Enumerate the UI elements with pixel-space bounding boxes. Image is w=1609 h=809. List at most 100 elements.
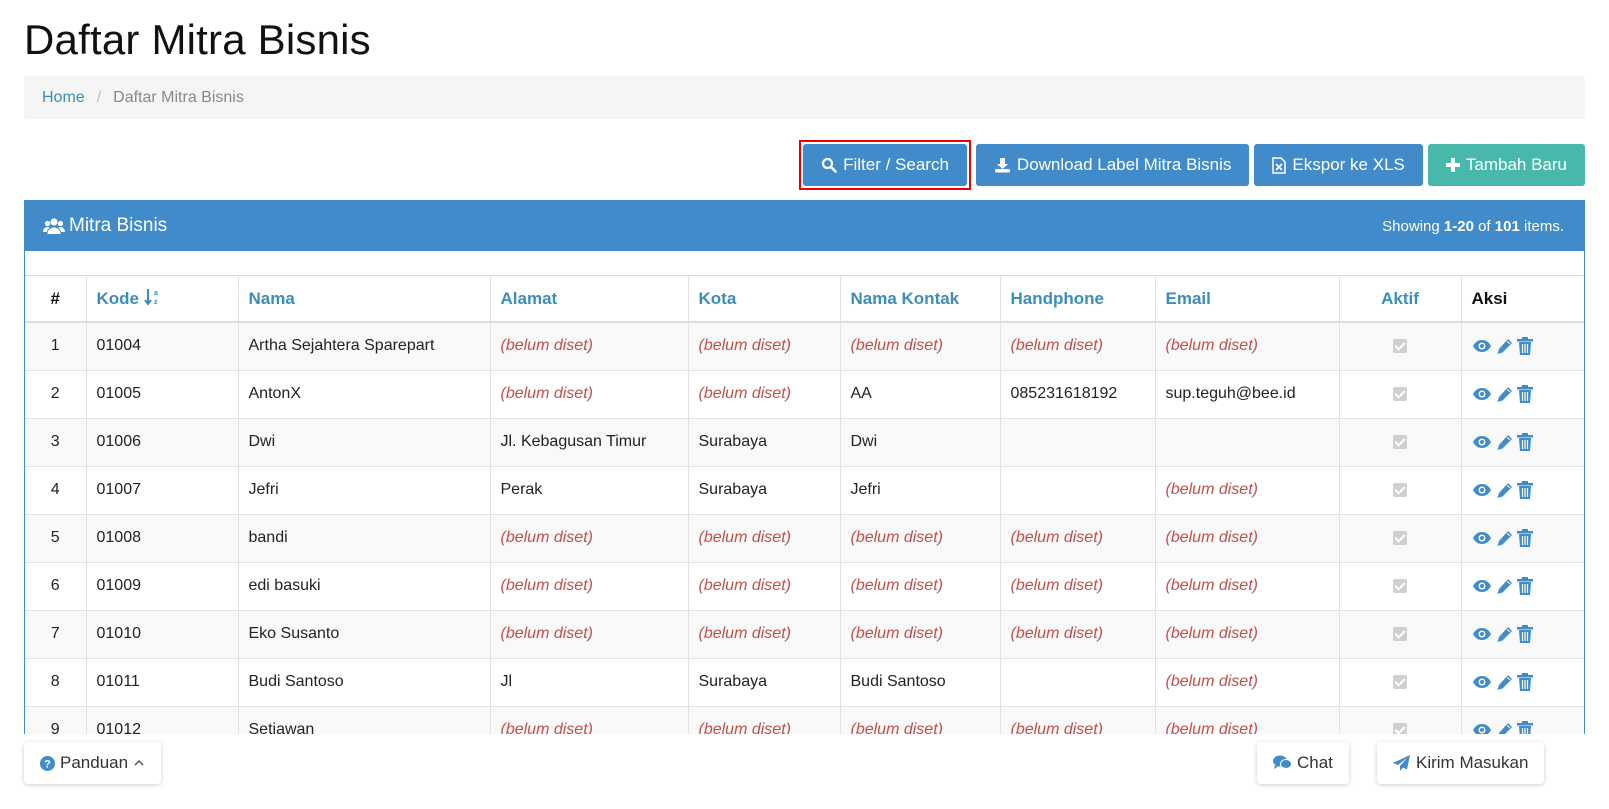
cell-hp: [1000, 658, 1156, 707]
cell-kota: Surabaya: [688, 418, 841, 467]
svg-text:a: a: [154, 290, 158, 297]
trash-icon[interactable]: [1516, 385, 1533, 403]
cell-number: 8: [25, 658, 87, 707]
pencil-icon[interactable]: [1496, 386, 1513, 403]
pencil-icon[interactable]: [1496, 578, 1513, 595]
aktif-checkbox: [1393, 434, 1407, 449]
cell-kontak: AA: [840, 370, 1001, 419]
table-row: 1 01004 Artha Sejahtera Sparepart (belum di…: [25, 322, 1584, 371]
cell-kontak: (belum diset): [840, 610, 1001, 659]
cell-number: 1: [25, 322, 87, 371]
cell-hp: (belum diset): [1000, 610, 1156, 659]
chat-label: Chat: [1297, 753, 1333, 772]
filter-search-button[interactable]: Filter / Search: [803, 144, 967, 186]
summary-range: 1-20: [1443, 217, 1474, 235]
sort-asc-icon: az: [143, 289, 158, 306]
panduan-label: Panduan: [60, 753, 129, 772]
cell-aktif: [1339, 418, 1462, 467]
col-header-email[interactable]: Email: [1155, 276, 1340, 323]
page-title: Daftar Mitra Bisnis: [24, 16, 371, 63]
col-header-kode[interactable]: Kode az: [86, 276, 239, 323]
cell-aksi: [1461, 322, 1584, 371]
cell-email: [1155, 418, 1340, 467]
row-actions: [1472, 385, 1577, 403]
panduan-button[interactable]: ? Panduan: [24, 742, 162, 784]
breadcrumb-home-link[interactable]: Home: [42, 89, 85, 107]
trash-icon[interactable]: [1516, 673, 1533, 691]
cell-nama: bandi: [238, 514, 491, 563]
eye-icon[interactable]: [1472, 435, 1492, 449]
cell-alamat: (belum diset): [490, 514, 689, 563]
cell-kota: Surabaya: [688, 466, 841, 515]
chat-button[interactable]: Chat: [1257, 742, 1349, 784]
trash-icon[interactable]: [1516, 625, 1533, 643]
aktif-checkbox: [1393, 674, 1407, 689]
pencil-icon[interactable]: [1496, 434, 1513, 451]
svg-text:z: z: [154, 299, 158, 306]
cell-nama: Dwi: [238, 418, 491, 467]
trash-icon[interactable]: [1516, 577, 1533, 595]
eye-icon[interactable]: [1472, 675, 1492, 689]
cell-email: (belum diset): [1155, 610, 1340, 659]
cell-alamat: (belum diset): [490, 322, 689, 371]
toolbar: Filter / Search Download Label Mitra Bis…: [799, 140, 1585, 190]
col-header-aksi: Aksi: [1461, 276, 1584, 323]
add-new-button[interactable]: Tambah Baru: [1427, 144, 1585, 186]
col-header-aktif[interactable]: Aktif: [1339, 276, 1462, 323]
row-actions: [1472, 529, 1577, 547]
eye-icon[interactable]: [1472, 579, 1492, 593]
download-label-text: Download Label Mitra Bisnis: [1016, 155, 1232, 174]
pencil-icon[interactable]: [1496, 482, 1513, 499]
cell-kode: 01004: [86, 322, 239, 371]
cell-kode: 01009: [86, 562, 239, 611]
excel-file-icon: [1272, 156, 1287, 174]
pencil-icon[interactable]: [1496, 674, 1513, 691]
download-label-button[interactable]: Download Label Mitra Bisnis: [975, 144, 1250, 186]
col-header-alamat[interactable]: Alamat: [490, 276, 689, 323]
eye-icon[interactable]: [1472, 531, 1492, 545]
trash-icon[interactable]: [1516, 337, 1533, 356]
filter-highlight: Filter / Search: [799, 140, 971, 190]
summary-total: 101: [1494, 217, 1520, 235]
chevron-up-icon: [134, 759, 144, 766]
eye-icon[interactable]: [1472, 483, 1492, 497]
pencil-icon[interactable]: [1496, 338, 1513, 355]
eye-icon[interactable]: [1472, 387, 1492, 401]
cell-alamat: (belum diset): [490, 610, 689, 659]
cell-kode: 01008: [86, 514, 239, 563]
row-actions: [1472, 673, 1577, 691]
panel-spacer: [25, 251, 1584, 276]
eye-icon[interactable]: [1472, 339, 1492, 353]
cell-aksi: [1461, 514, 1584, 563]
cell-hp: (belum diset): [1000, 514, 1156, 563]
kirim-masukan-button[interactable]: Kirim Masukan: [1377, 742, 1545, 784]
table-row: 7 01010 Eko Susanto (belum diset) (belum dis…: [25, 610, 1584, 659]
pencil-icon[interactable]: [1496, 530, 1513, 547]
cell-alamat: Perak: [490, 466, 689, 515]
summary-suffix: items.: [1519, 217, 1564, 235]
cell-alamat: (belum diset): [490, 562, 689, 611]
pencil-icon[interactable]: [1496, 626, 1513, 643]
cell-kota: (belum diset): [688, 562, 841, 611]
col-header-nama-kontak[interactable]: Nama Kontak: [840, 276, 1001, 323]
col-header-nama[interactable]: Nama: [238, 276, 491, 323]
trash-icon[interactable]: [1516, 481, 1533, 499]
row-actions: [1472, 577, 1577, 595]
cell-kota: (belum diset): [688, 514, 841, 563]
table-row: 6 01009 edi basuki (belum diset) (belum dise…: [25, 562, 1584, 611]
mitra-table: # Kode az Nama Alamat Kota Nama Kontak H…: [25, 276, 1584, 755]
cell-email: (belum diset): [1155, 466, 1340, 515]
trash-icon[interactable]: [1516, 529, 1533, 547]
col-header-handphone[interactable]: Handphone: [1000, 276, 1156, 323]
eye-icon[interactable]: [1472, 627, 1492, 641]
panel-heading: Mitra Bisnis Showing 1-20 of 101 items.: [25, 201, 1584, 251]
users-icon: [43, 218, 65, 234]
items-summary: Showing 1-20 of 101 items.: [1382, 218, 1564, 235]
svg-text:?: ?: [44, 758, 51, 770]
export-xls-button[interactable]: Ekspor ke XLS: [1254, 144, 1423, 186]
col-header-kota[interactable]: Kota: [688, 276, 841, 323]
col-header-kode-label: Kode: [96, 289, 140, 308]
trash-icon[interactable]: [1516, 433, 1533, 451]
cell-aktif: [1339, 322, 1462, 371]
cell-nama: AntonX: [238, 370, 491, 419]
